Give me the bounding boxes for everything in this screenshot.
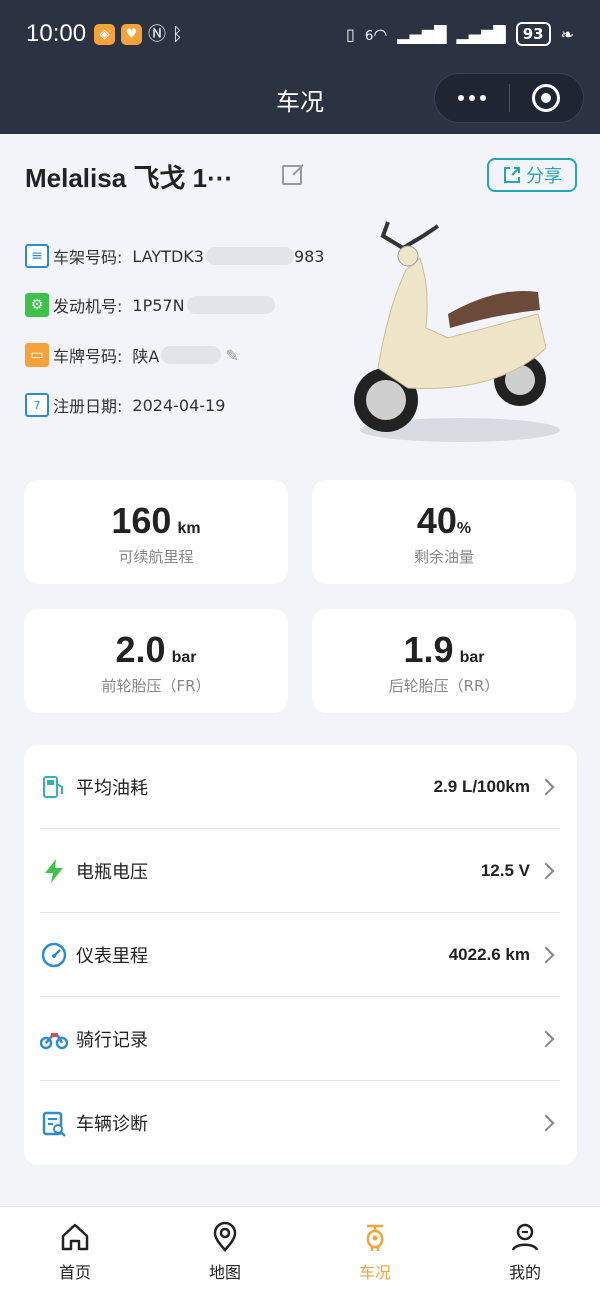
list-label: 电瓶电压 xyxy=(76,861,148,883)
edit-plate-icon[interactable]: ✎ xyxy=(225,346,238,365)
document-icon: ≡ xyxy=(25,244,49,268)
diagnosis-icon xyxy=(40,1109,68,1137)
list-label: 骑行记录 xyxy=(76,1029,148,1051)
tab-home[interactable]: 首页 xyxy=(0,1207,150,1291)
share-icon xyxy=(504,167,520,183)
vibrate-icon: ▯ xyxy=(346,24,355,44)
fuel-pump-icon xyxy=(40,773,68,801)
list-item-odometer[interactable]: 仪表里程 4022.6 km xyxy=(40,913,560,997)
tab-map[interactable]: 地图 xyxy=(150,1207,300,1291)
register-label: 注册日期: xyxy=(53,397,123,416)
system-icons: ▯ 6◠ ▂▄▆█ ▂▄▆█ 93 ❧ xyxy=(346,22,574,46)
edit-name-icon[interactable] xyxy=(282,165,302,185)
chevron-right-icon xyxy=(537,1114,555,1132)
more-options-button[interactable] xyxy=(435,95,509,101)
engine-icon: ⚙ xyxy=(25,293,49,317)
nfc-icon: Ⓝ xyxy=(148,24,166,45)
redacted-blur xyxy=(161,346,222,364)
status-bar: 10:00 ◈ ♥ Ⓝ ᛒ ▯ 6◠ ▂▄▆█ ▂▄▆█ 93 ❧ xyxy=(0,0,600,72)
lightning-icon xyxy=(40,857,68,885)
wifi-icon: 6◠ xyxy=(364,24,388,44)
battery-icon: 93 xyxy=(515,22,551,46)
notification-icons: ◈ ♥ Ⓝ ᛒ xyxy=(94,24,183,45)
register-value: 2024-04-19 xyxy=(132,395,226,415)
motorcycle-icon xyxy=(40,1025,68,1053)
front-tire-card: 2.0 bar 前轮胎压（FR） xyxy=(24,609,288,713)
bottom-nav: 首页 地图 车况 我的 xyxy=(0,1206,600,1291)
list-item-battery-voltage[interactable]: 电瓶电压 12.5 V xyxy=(40,829,560,913)
target-icon xyxy=(532,84,561,112)
stat-caption: 前轮胎压（FR） xyxy=(101,677,211,695)
chevron-right-icon xyxy=(537,862,555,879)
leaf-icon: ❧ xyxy=(560,24,574,44)
vehicle-status-list: 平均油耗 2.9 L/100km 电瓶电压 12.5 V 仪表里程 4022.6… xyxy=(24,745,577,1165)
home-icon xyxy=(61,1223,89,1251)
fuel-card: 40% 剩余油量 xyxy=(312,480,576,584)
profile-icon xyxy=(511,1223,539,1251)
tab-label: 首页 xyxy=(58,1263,91,1282)
chevron-right-icon xyxy=(537,778,555,795)
status-time: 10:00 xyxy=(26,20,87,47)
signal-icon-2: ▂▄▆█ xyxy=(456,24,506,44)
plate-icon: ▭ xyxy=(25,343,49,367)
chevron-right-icon xyxy=(537,1030,555,1047)
list-label: 车辆诊断 xyxy=(76,1114,148,1135)
speedometer-icon xyxy=(40,941,68,969)
engine-number-row: ⚙ 发动机号: 1P57N xyxy=(25,293,275,317)
vehicle-name: Melalisa 飞戈 1··· xyxy=(25,163,234,193)
stat-caption: 剩余油量 xyxy=(413,548,474,566)
bluetooth-icon: ᛒ xyxy=(172,24,183,45)
list-value: 2.9 L/100km xyxy=(433,776,530,796)
stat-value: 160 km xyxy=(111,500,201,541)
frame-number-row: ≡ 车架号码: LAYTDK3 983 xyxy=(25,244,324,268)
list-item-ride-records[interactable]: 骑行记录 xyxy=(40,997,560,1081)
stat-value: 2.0 bar xyxy=(115,629,197,670)
app-notification-icon: ◈ xyxy=(94,24,115,45)
range-card: 160 km 可续航里程 xyxy=(24,480,288,584)
chevron-right-icon xyxy=(537,946,555,963)
plate-label: 车牌号码: xyxy=(53,347,123,366)
frame-value-start: LAYTDK3 xyxy=(132,246,204,266)
plate-value-start: 陕A xyxy=(132,347,160,366)
close-miniapp-button[interactable] xyxy=(510,84,584,112)
list-item-diagnosis[interactable]: 车辆诊断 xyxy=(40,1081,560,1165)
stat-value: 1.9 bar xyxy=(403,629,485,670)
scooter-image xyxy=(354,221,560,442)
list-label: 平均油耗 xyxy=(76,777,148,799)
heart-app-icon: ♥ xyxy=(121,24,142,45)
engine-value-start: 1P57N xyxy=(132,295,185,315)
frame-label: 车架号码: xyxy=(53,248,123,267)
tab-label: 地图 xyxy=(208,1263,241,1282)
list-value: 12.5 V xyxy=(480,860,530,880)
tab-label: 我的 xyxy=(508,1263,541,1282)
redacted-blur xyxy=(205,247,294,265)
miniapp-capsule xyxy=(434,73,584,123)
frame-value-end: 983 xyxy=(293,246,325,266)
tab-profile[interactable]: 我的 xyxy=(450,1207,600,1291)
redacted-blur xyxy=(186,296,275,314)
share-button[interactable]: 分享 xyxy=(487,158,577,192)
stat-caption: 后轮胎压（RR） xyxy=(388,677,500,695)
map-pin-icon xyxy=(213,1221,237,1252)
top-bar: 10:00 ◈ ♥ Ⓝ ᛒ ▯ 6◠ ▂▄▆█ ▂▄▆█ 93 ❧ 车况 xyxy=(0,0,600,134)
share-label: 分享 xyxy=(526,166,562,187)
list-item-fuel-consumption[interactable]: 平均油耗 2.9 L/100km xyxy=(40,745,560,829)
stat-caption: 可续航里程 xyxy=(118,548,194,566)
scooter-icon xyxy=(366,1224,384,1251)
register-date-row: 7 注册日期: 2024-04-19 xyxy=(25,393,225,417)
rear-tire-card: 1.9 bar 后轮胎压（RR） xyxy=(312,609,576,713)
plate-number-row: ▭ 车牌号码: 陕A ✎ xyxy=(25,343,239,367)
engine-label: 发动机号: xyxy=(53,297,123,316)
stat-value: 40% xyxy=(416,500,472,541)
tab-vehicle-status[interactable]: 车况 xyxy=(300,1207,450,1291)
list-value: 4022.6 km xyxy=(448,944,530,964)
list-label: 仪表里程 xyxy=(76,945,148,967)
signal-icon-1: ▂▄▆█ xyxy=(397,24,447,44)
tab-label: 车况 xyxy=(358,1263,391,1282)
calendar-icon: 7 xyxy=(25,393,49,417)
